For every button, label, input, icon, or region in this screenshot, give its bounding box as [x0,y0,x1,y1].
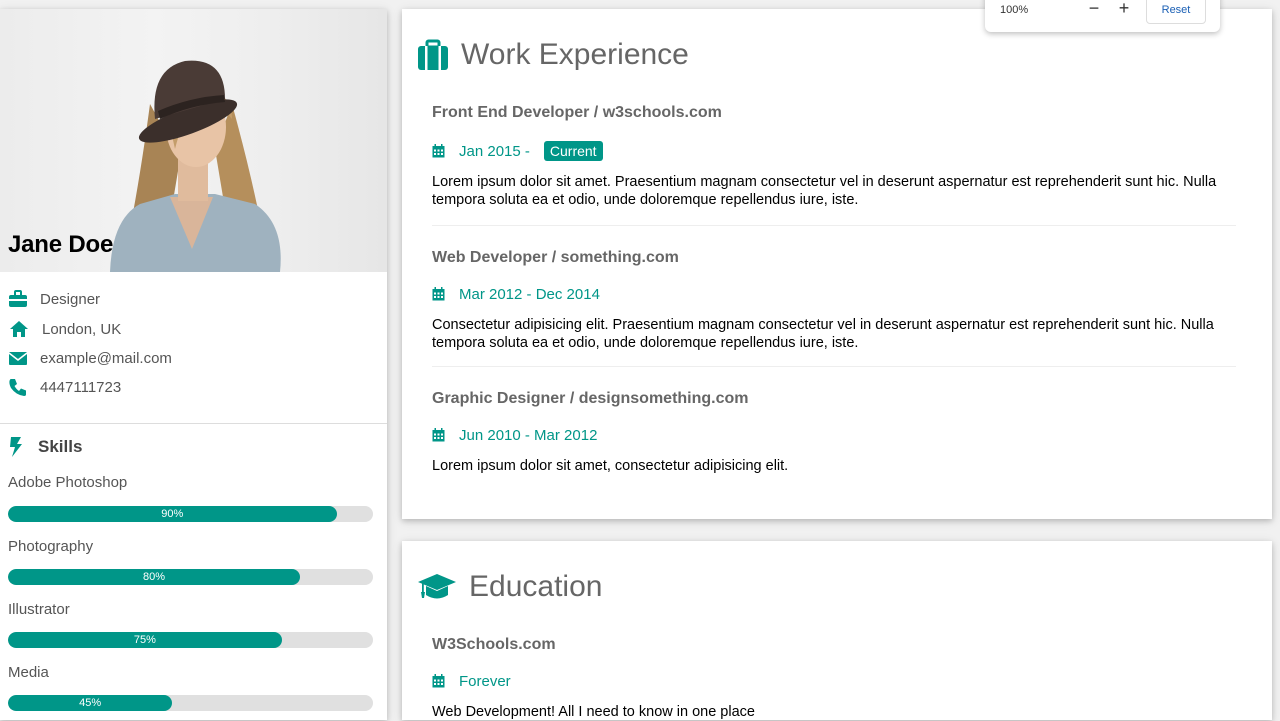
work-experience-card: Work Experience Front End Developer / w3… [402,9,1272,519]
profile-card: Jane Doe Designer London, UK example@mai… [0,9,387,720]
education-entry-date: Forever [432,670,1236,692]
education-entry-description: Web Development! All I need to know in o… [432,704,755,720]
location-text: London, UK [42,320,122,338]
work-entry-date-text: Mar 2012 - Dec 2014 [459,285,600,303]
email-row: example@mail.com [8,347,172,369]
graduation-cap-icon [418,574,456,599]
work-entry-title: Graphic Designer / designsomething.com [432,390,749,407]
zoom-in-button[interactable]: + [1115,0,1133,18]
work-entry-date-text: Jun 2010 - Mar 2012 [459,426,598,444]
work-entry-title: Web Developer / something.com [432,249,679,266]
skill-bar-fill: 45% [8,695,173,711]
skill-label: Adobe Photoshop [8,474,128,491]
skills-heading: Skills [8,437,82,457]
location-row: London, UK [8,318,121,340]
education-entry: W3Schools.com Forever Web Development! A… [432,636,1236,721]
profile-name: Jane Doe [8,231,114,258]
current-badge: Current [543,141,603,161]
work-entry: Front End Developer / w3schools.com Jan … [432,104,1236,209]
skill-bar: 80% [8,569,373,585]
skill-label: Photography [8,538,94,555]
phone-text: 4447111723 [40,378,122,396]
entry-divider [432,366,1236,367]
skill-bar-fill: 75% [8,632,282,648]
work-entry-date: Mar 2012 - Dec 2014 [432,283,1236,305]
education-heading-text: Education [469,570,603,603]
skills-heading-text: Skills [38,437,83,456]
zoom-reset-button[interactable]: Reset [1146,0,1206,24]
phone-row: 4447111723 [8,376,121,398]
work-entry-date: Jun 2010 - Mar 2012 [432,424,1236,446]
skill-bar-fill: 90% [8,506,337,522]
phone-icon [9,379,26,396]
profile-photo: Jane Doe [0,9,387,272]
calendar-icon [432,674,445,688]
bolt-icon [10,437,22,457]
briefcase-icon [9,290,27,307]
envelope-icon [8,352,28,365]
skill-label: Media [8,664,49,681]
work-entry: Web Developer / something.com Mar 2012 -… [432,249,1236,352]
work-entry: Graphic Designer / designsomething.com J… [432,390,1236,475]
profile-divider [0,423,387,424]
work-entry-description: Lorem ipsum dolor sit amet, consectetur … [432,458,789,474]
work-entry-date-text: Jan 2015 - [459,142,530,160]
zoom-level: 100% [1000,4,1029,16]
education-entry-date-text: Forever [459,672,511,690]
email-text: example@mail.com [40,349,172,367]
job-row: Designer [8,288,100,310]
skill-bar: 90% [8,506,373,522]
education-card: Education W3Schools.com Forever Web Deve… [402,541,1272,720]
calendar-icon [432,287,445,301]
zoom-out-button[interactable]: − [1085,0,1103,18]
skill-bar: 75% [8,632,373,648]
job-text: Designer [40,290,101,308]
calendar-icon [432,144,445,158]
home-icon [10,321,28,337]
work-entry-description: Lorem ipsum dolor sit amet. Praesentium … [432,174,1217,208]
work-heading-text: Work Experience [461,38,689,71]
work-entry-description: Consectetur adipisicing elit. Praesentiu… [432,317,1214,351]
education-heading: Education [417,570,602,604]
skill-bar-fill: 80% [8,569,300,585]
work-entry-date: Jan 2015 - Current [432,140,1236,162]
skill-bar: 45% [8,695,373,711]
calendar-icon [432,428,445,442]
entry-divider [432,225,1236,226]
suitcase-icon [418,39,448,70]
education-entry-title: W3Schools.com [432,636,556,653]
zoom-popup: 100% − + Reset [985,0,1220,32]
skill-label: Illustrator [8,601,70,618]
work-entry-title: Front End Developer / w3schools.com [432,104,722,121]
work-heading: Work Experience [417,38,689,72]
